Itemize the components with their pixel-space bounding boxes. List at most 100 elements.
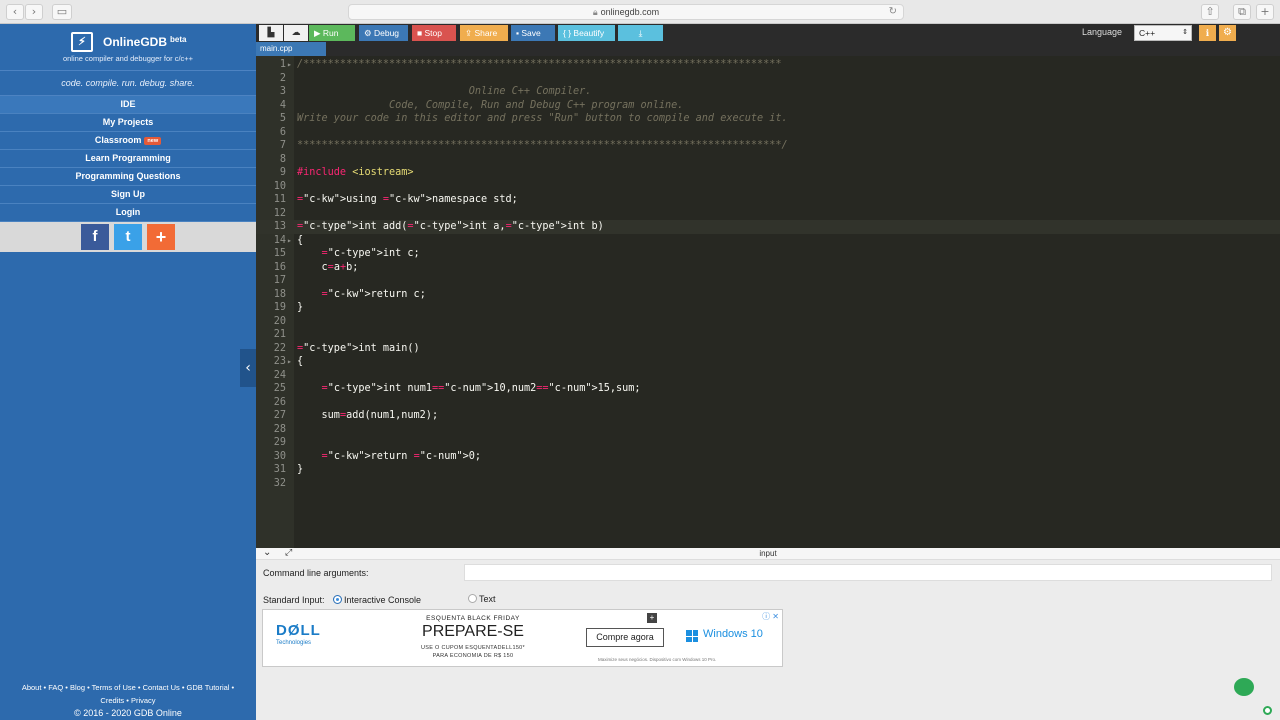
code-line[interactable]: 12 [256,207,1280,221]
forward-button[interactable]: › [25,4,43,20]
brand-header: ⚡︎ OnlineGDB beta online compiler and deb… [0,24,256,70]
code-line[interactable]: 8 [256,153,1280,167]
radio-interactive-console[interactable]: Interactive Console [333,595,421,605]
new-tab-icon[interactable]: + [1256,4,1274,20]
code-line[interactable]: 32 [256,477,1280,491]
code-line[interactable]: 5 Write your code in this editor and pres… [256,112,1280,126]
code-line[interactable]: 27 sum=add(num1,num2); [256,409,1280,423]
ad-choices-icon[interactable]: ⓘ ✕ [762,611,779,622]
code-line[interactable]: 16 c=a+b; [256,261,1280,275]
beautify-button[interactable]: { } Beautify [558,25,615,41]
code-line[interactable]: 20 [256,315,1280,329]
code-line[interactable]: 14 ▸ { [256,234,1280,248]
tabs-icon[interactable]: ⧉ [1233,4,1251,20]
address-bar[interactable]: 🔒︎ onlinegdb.com ↻ [348,4,904,20]
brand-name[interactable]: OnlineGDB beta [103,35,186,49]
code-line[interactable]: 18 ="c-kw">return c; [256,288,1280,302]
add-share-icon[interactable]: + [147,224,175,250]
line-number: 10 [273,180,286,192]
code-line[interactable]: 28 [256,423,1280,437]
fold-arrow-icon[interactable]: ▸ [287,234,292,248]
footer-links-2[interactable]: Credits • Privacy [0,694,256,707]
editor-toolbar: ▙ ☁ ▶ Run ⚙ Debug ■ Stop ⇪ Share ▪ Save … [256,24,1280,42]
code-line[interactable]: 31} [256,463,1280,477]
code-editor[interactable]: 1 ▸/*************************************… [256,56,1280,548]
code-text: ****************************************… [297,140,788,151]
debug-button[interactable]: ⚙ Debug [359,25,408,41]
sidebar-item-classroom[interactable]: Classroom new [0,132,256,150]
sidebar-item-programming-questions[interactable]: Programming Questions [0,168,256,186]
radio-text[interactable]: Text [468,594,496,604]
line-number: 16 [273,261,286,273]
lock-icon: 🔒︎ [592,7,598,17]
code-line[interactable]: 25 ="c-type">int num1=="c-num">10,num2==… [256,382,1280,396]
sidebar-item-login[interactable]: Login [0,204,256,222]
line-number: 31 [273,464,286,475]
upload-icon[interactable]: ☁ [284,25,308,41]
new-file-icon[interactable]: ▙ [259,25,283,41]
settings-gear-icon[interactable]: ⚙ [1219,25,1236,41]
code-line[interactable]: 21 [256,328,1280,342]
code-text: Write your code in this editor and press… [297,113,788,124]
code-line[interactable]: 9 #include <iostream> [256,166,1280,180]
line-number: 24 [273,369,286,381]
code-line[interactable]: 7 ***************************************… [256,139,1280,153]
save-button[interactable]: ▪ Save [511,25,555,41]
code-line[interactable]: 23 ▸ { [256,355,1280,369]
code-line[interactable]: 17 [256,274,1280,288]
code-line[interactable]: 4 Code, Compile, Run and Debug C++ progr… [256,99,1280,113]
sidebar-item-learn-programming[interactable]: Learn Programming [0,150,256,168]
code-line[interactable]: 11 ="c-kw">using ="c-kw">namespace std; [256,193,1280,207]
code-text: sum=add(num1,num2); [297,410,439,421]
line-number: 5 [279,113,286,124]
download-icon[interactable]: ⤓ [618,25,663,41]
code-line[interactable]: 24 [256,369,1280,383]
twitter-icon[interactable]: t [114,224,142,250]
code-line[interactable]: 22 ="c-type">int main() [256,342,1280,356]
io-panel: ⌄ ⤢ input Command line arguments: Standa… [256,547,1280,720]
reload-icon[interactable]: ↻ [889,6,897,17]
code-line[interactable]: 3 Online C++ Compiler. [256,85,1280,99]
code-line[interactable]: 2 [256,72,1280,86]
advertisement[interactable]: DØLL Technologies ESQUENTA BLACK FRIDAY … [262,609,783,667]
sidebar-item-ide[interactable]: IDE [0,96,256,114]
stop-button[interactable]: ■ Stop [412,25,456,41]
lightning-logo-icon[interactable]: ⚡︎ [71,32,93,52]
brand-subtitle: online compiler and debugger for c/c++ [62,54,194,63]
fold-arrow-icon[interactable]: ▸ [287,58,292,72]
line-number: 6 [279,126,286,138]
share-button[interactable]: ⇪ Share [460,25,508,41]
sidebar-item-my-projects[interactable]: My Projects [0,114,256,132]
ad-cta-button[interactable]: Compre agora [586,628,664,647]
tab-main-cpp[interactable]: main.cpp [256,42,326,56]
facebook-icon[interactable]: f [81,224,109,250]
code-line[interactable]: 10 [256,180,1280,194]
code-line[interactable]: 15 ="c-type">int c; [256,247,1280,261]
collapse-sidebar-icon[interactable]: ‹ [240,349,256,387]
run-button[interactable]: ▶ Run [309,25,355,41]
stdin-label: Standard Input: [263,595,325,605]
footer-links[interactable]: About • FAQ • Blog • Terms of Use • Cont… [0,681,256,694]
sidebar-item-sign-up[interactable]: Sign Up [0,186,256,204]
code-text: ="c-type">int c; [321,248,420,259]
fold-arrow-icon[interactable]: ▸ [287,355,292,369]
line-number: 3 [279,86,286,97]
share-icon[interactable]: ⇧ [1201,4,1219,20]
code-text: ="c-type">int num1=="c-num">10,num2=="c-… [321,383,641,394]
sidebar-toggle-icon[interactable]: ▭ [52,4,72,20]
back-button[interactable]: ‹ [6,4,24,20]
code-line[interactable]: 6 [256,126,1280,140]
code-line[interactable]: 1 ▸ /*************************************… [256,58,1280,72]
cmd-args-input[interactable] [464,564,1272,581]
code-text: /***************************************… [297,59,782,70]
code-line[interactable]: 29 [256,436,1280,450]
code-line[interactable]: 26 [256,396,1280,410]
info-icon[interactable]: ℹ [1199,25,1216,41]
ad-plus-icon[interactable]: + [647,613,657,623]
code-line[interactable]: 30 ="c-kw">return ="c-num">0; [256,450,1280,464]
code-line[interactable]: 13 ="c-type">int add(="c-type">int a,="c-… [256,220,1280,234]
code-line[interactable]: 19} [256,301,1280,315]
language-select[interactable]: C++ ⇕ [1134,25,1192,41]
line-number: 19 [273,302,286,313]
chat-icon[interactable] [1234,678,1254,696]
